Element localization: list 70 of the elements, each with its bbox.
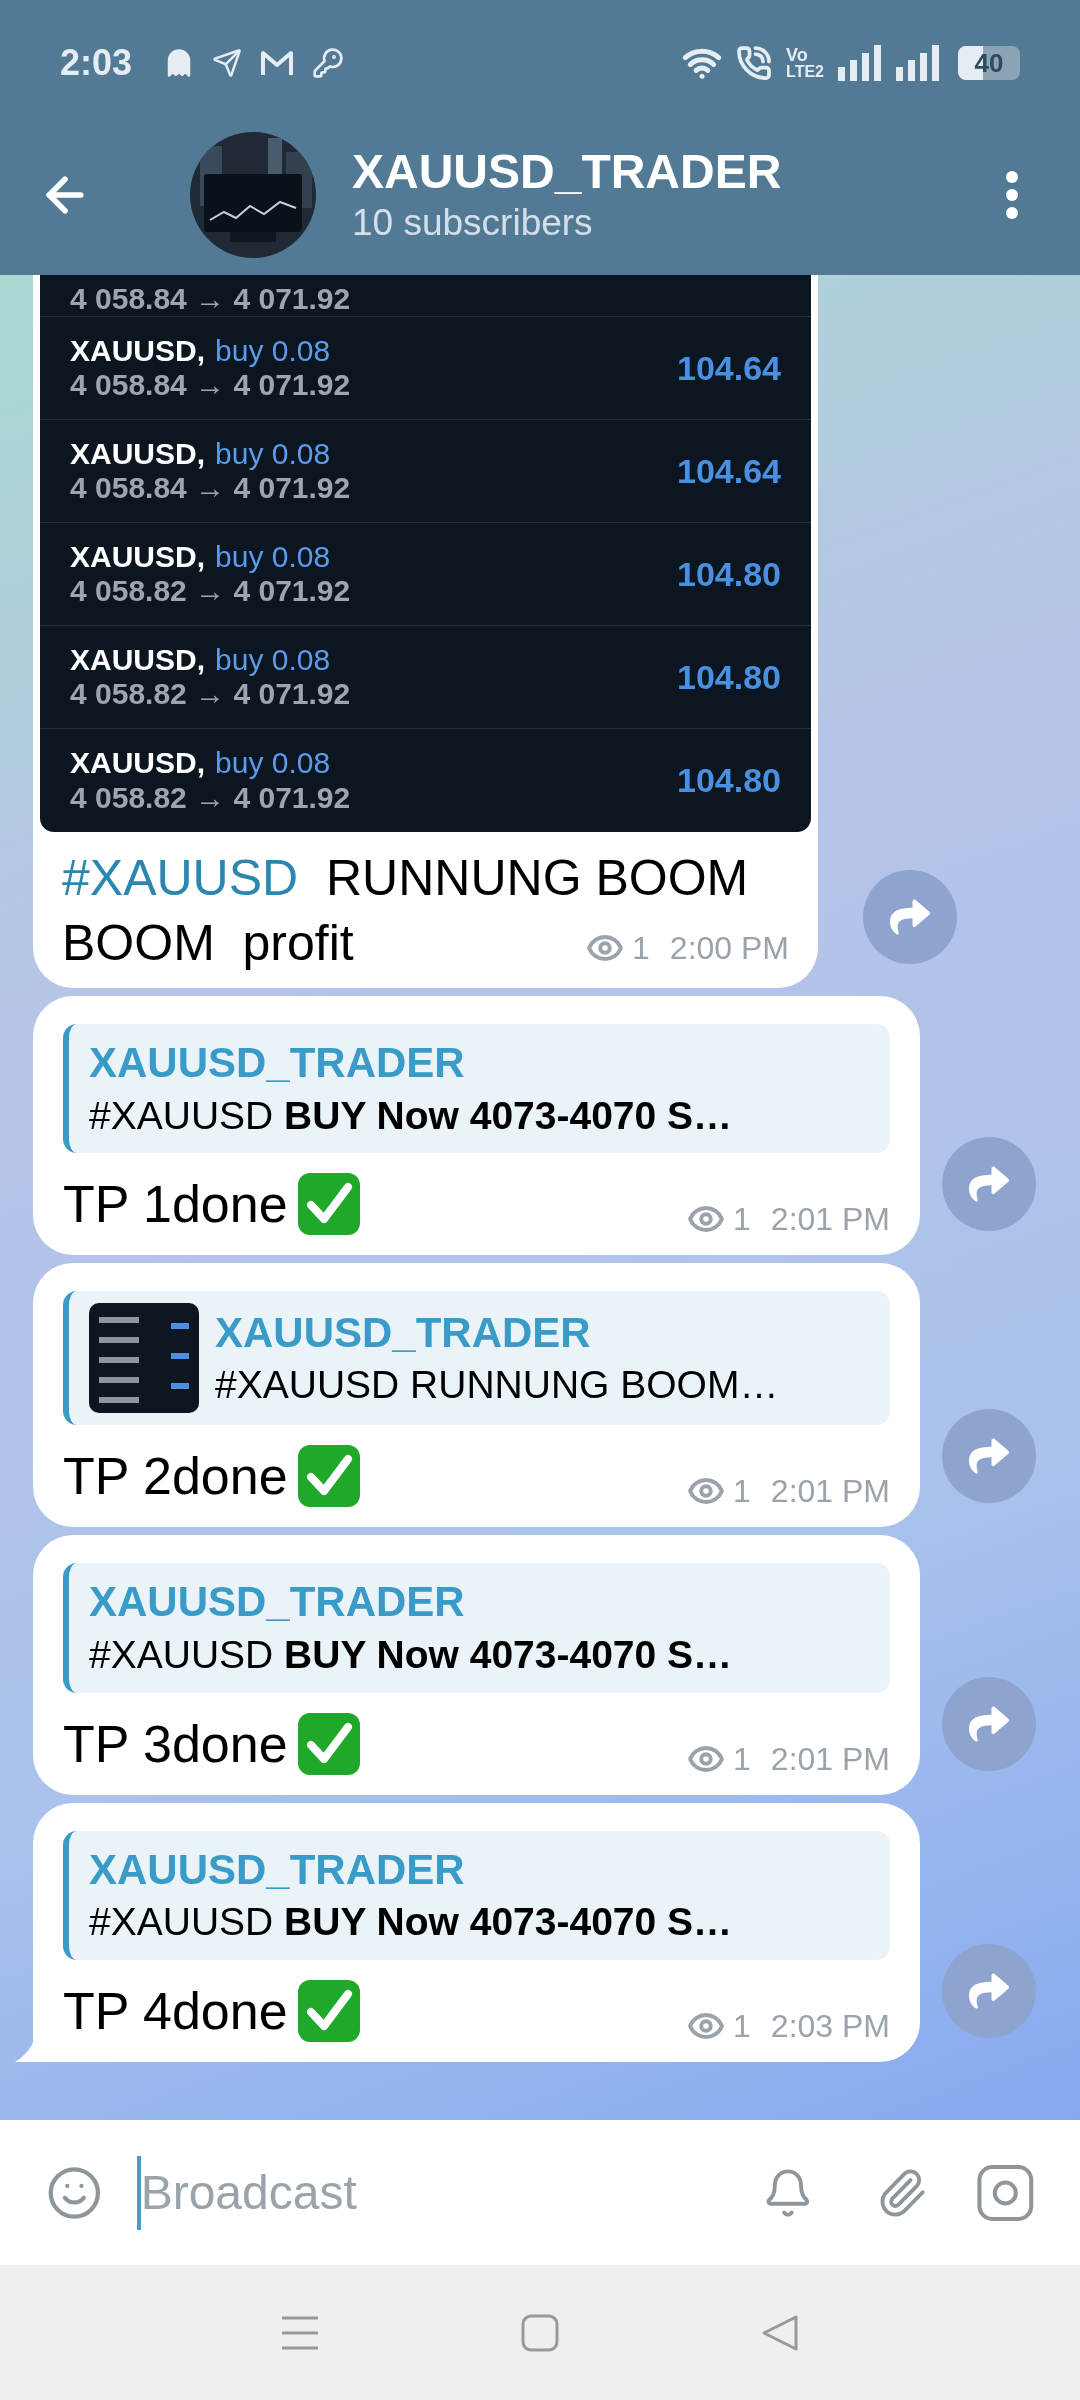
view-count: 1 (733, 1739, 751, 1779)
view-count: 1 (733, 1472, 751, 1512)
reply-author: XAUUSD_TRADER (89, 1577, 466, 1628)
message-text: TP 2done (63, 1446, 288, 1508)
trade-side: buy 0.08 (215, 333, 331, 368)
clock: 2:03 (60, 41, 133, 85)
trade-prices: 4 058.84 → 4 071.92 (70, 284, 351, 314)
view-count: 1 (733, 2006, 751, 2046)
signal-icon (838, 45, 882, 81)
trade-prices: 4 058.84 → 4 071.92 (70, 471, 351, 506)
reply-author: XAUUSD_TRADER (215, 1307, 592, 1358)
forward-icon (890, 897, 930, 937)
trade-side: buy 0.08 (215, 746, 331, 781)
message-text: TP 4done (63, 1980, 288, 2042)
trade-prices: 4 058.82 → 4 071.92 (70, 574, 351, 609)
subscriber-count: 10 subscribers (352, 201, 594, 246)
check-mark-icon (295, 1443, 362, 1510)
message-time: 2:01 PM (770, 1200, 890, 1240)
trade-prices: 4 058.84 → 4 071.92 (70, 368, 351, 403)
menu-icon[interactable] (280, 2314, 321, 2351)
check-mark-icon (295, 1710, 362, 1777)
message-field[interactable]: Broadcast (140, 2156, 762, 2229)
paper-plane-icon (212, 48, 243, 78)
trade-symbol: XAUUSD, (70, 436, 205, 471)
trade-profit: 104.80 (677, 553, 781, 595)
reply-author: XAUUSD_TRADER (89, 1844, 466, 1895)
trade-symbol: XAUUSD, (70, 539, 205, 574)
network-label: Vo (786, 46, 809, 64)
trade-profit: 104.80 (677, 656, 781, 698)
reply-text: #XAUUSD BUY Now 4073-4070 S… (89, 1899, 733, 1946)
message-time: 2:03 PM (770, 2006, 890, 2046)
call-icon (736, 45, 773, 81)
trade-symbol: XAUUSD, (70, 333, 205, 368)
message-time: 2:01 PM (770, 1472, 890, 1512)
message-text: TP 3done (63, 1713, 288, 1775)
home-icon[interactable] (521, 2313, 559, 2352)
more-icon (1005, 169, 1019, 220)
message-time: 2:00 PM (669, 929, 789, 968)
reply-quote[interactable]: XAUUSD_TRADER #XAUUSD BUY Now 4073-4070 S… (63, 1563, 890, 1693)
trade-prices: 4 058.82 → 4 071.92 (70, 677, 351, 712)
mail-icon (260, 49, 295, 77)
trade-symbol: XAUUSD, (70, 746, 205, 781)
trade-profit: 104.64 (677, 347, 781, 389)
signal-icon (896, 45, 940, 81)
reply-quote[interactable]: XAUUSD_TRADER #XAUUSD BUY Now 4073-4070 S… (63, 1024, 890, 1154)
trade-symbol: XAUUSD, (70, 642, 205, 677)
message-text: #XAUUSD RUNNUNG BOOM (62, 849, 750, 908)
reply-quote[interactable]: XAUUSD_TRADER #XAUUSD BUY Now 4073-4070 S… (63, 1830, 890, 1960)
reply-text: #XAUUSD BUY Now 4073-4070 S… (89, 1631, 733, 1678)
hashtag-link[interactable]: #XAUUSD (62, 850, 299, 906)
message-text: TP 1done (63, 1174, 288, 1236)
reply-quote[interactable]: XAUUSD_TRADER #XAUUSD RUNNUNG BOOM… (63, 1291, 890, 1426)
check-mark-icon (295, 1977, 362, 2044)
trade-profit: 104.64 (677, 450, 781, 492)
trade-side: buy 0.08 (215, 539, 331, 574)
message-time: 2:01 PM (770, 1739, 890, 1779)
message-text: BOOM profit (62, 914, 354, 973)
trade-side: buy 0.08 (215, 642, 331, 677)
trade-profit: 104.80 (677, 760, 781, 801)
trade-side: buy 0.08 (215, 436, 331, 471)
view-count: 1 (632, 929, 650, 968)
trade-prices: 4 058.82 → 4 071.92 (70, 780, 351, 815)
reply-author: XAUUSD_TRADER (89, 1038, 466, 1088)
key-icon (312, 47, 345, 79)
channel-title: XAUUSD_TRADER (352, 143, 783, 200)
reply-text: #XAUUSD RUNNUNG BOOM… (215, 1362, 779, 1409)
view-count: 1 (733, 1200, 751, 1240)
reply-text: #XAUUSD BUY Now 4073-4070 S… (89, 1092, 733, 1139)
check-mark-icon (295, 1171, 362, 1238)
network-label: LTE2 (786, 64, 824, 80)
